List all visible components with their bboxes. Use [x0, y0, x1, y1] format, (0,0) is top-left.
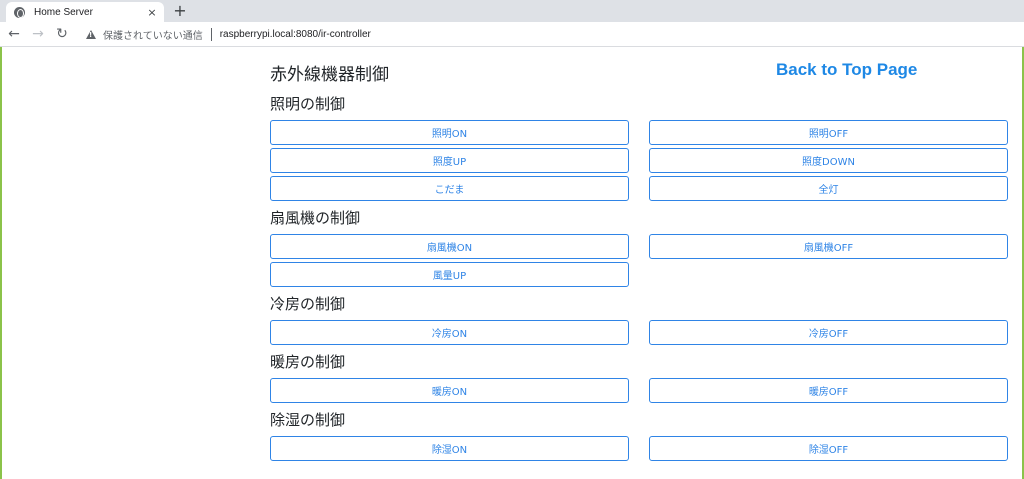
light-full-button[interactable]: 全灯 — [649, 176, 1008, 201]
security-indicator[interactable]: 保護されていない通信 — [103, 27, 203, 42]
forward-button[interactable]: → — [26, 22, 50, 46]
page-content: 赤外線機器制御 Back to Top Page 照明の制御 照明ON 照明OF… — [0, 48, 1024, 479]
tab-home-server[interactable]: Home Server × — [6, 2, 164, 22]
url-text[interactable]: raspberrypi.local:8080/ir-controller — [220, 29, 371, 40]
light-off-button[interactable]: 照明OFF — [649, 120, 1008, 145]
globe-icon — [14, 6, 25, 18]
url-divider — [210, 27, 212, 41]
fan-off-button[interactable]: 扇風機OFF — [649, 234, 1008, 259]
heat-off-button[interactable]: 暖房OFF — [649, 378, 1008, 403]
section-title-cool: 冷房の制御 — [270, 295, 346, 313]
fan-wind-up-button[interactable]: 風量UP — [270, 262, 629, 287]
tab-title: Home Server — [34, 6, 93, 18]
section-title-dehumid: 除湿の制御 — [270, 411, 346, 429]
light-night-button[interactable]: こだま — [270, 176, 629, 201]
tab-strip: Home Server × + — [0, 0, 1024, 22]
heat-on-button[interactable]: 暖房ON — [270, 378, 629, 403]
back-button[interactable]: ← — [2, 22, 26, 46]
cool-on-button[interactable]: 冷房ON — [270, 320, 629, 345]
dehumid-on-button[interactable]: 除湿ON — [270, 436, 629, 461]
new-tab-button[interactable]: + — [170, 1, 190, 21]
cool-off-button[interactable]: 冷房OFF — [649, 320, 1008, 345]
section-title-heat: 暖房の制御 — [270, 353, 346, 371]
dehumid-off-button[interactable]: 除湿OFF — [649, 436, 1008, 461]
warning-icon[interactable] — [86, 29, 96, 39]
address-bar[interactable]: 保護されていない通信 raspberrypi.local:8080/ir-con… — [82, 24, 1016, 44]
section-title-light: 照明の制御 — [270, 95, 346, 113]
reload-button[interactable]: ↻ — [50, 22, 74, 46]
close-icon[interactable]: × — [144, 6, 160, 19]
section-title-fan: 扇風機の制御 — [270, 209, 361, 227]
light-on-button[interactable]: 照明ON — [270, 120, 629, 145]
back-to-top-link[interactable]: Back to Top Page — [776, 60, 917, 80]
fan-on-button[interactable]: 扇風機ON — [270, 234, 629, 259]
light-down-button[interactable]: 照度DOWN — [649, 148, 1008, 173]
page-title: 赤外線機器制御 — [270, 65, 389, 85]
light-up-button[interactable]: 照度UP — [270, 148, 629, 173]
browser-toolbar: ← → ↻ 保護されていない通信 raspberrypi.local:8080/… — [0, 22, 1024, 47]
